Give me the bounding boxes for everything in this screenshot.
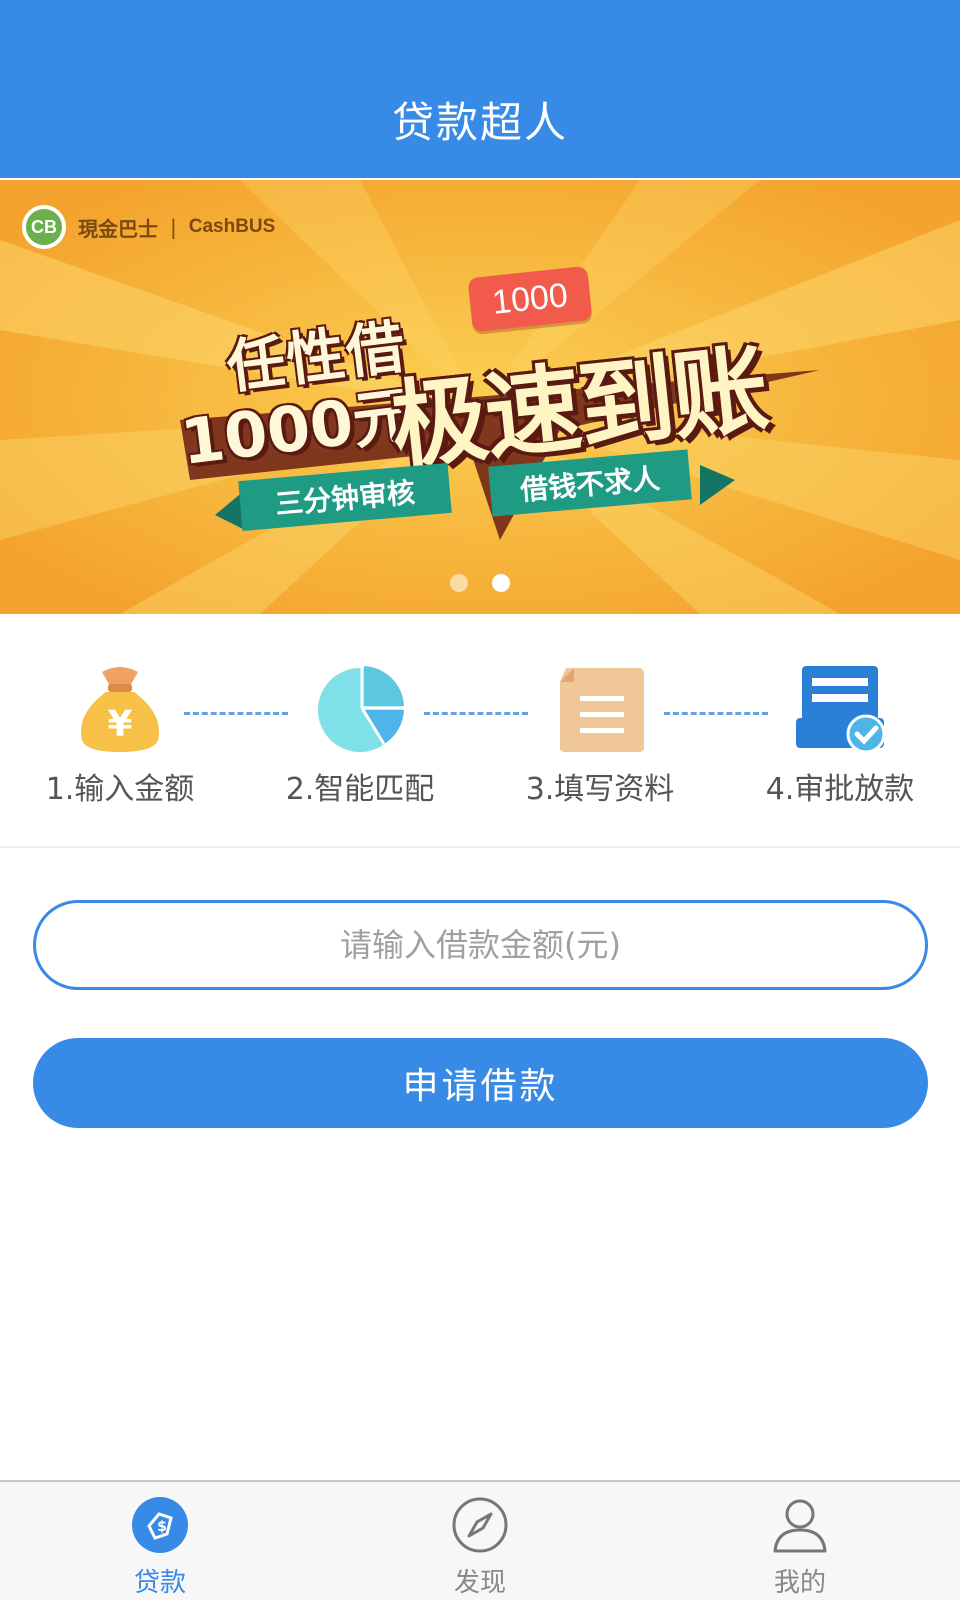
logo-en-text: CashBUS [188, 216, 276, 237]
loan-icon: $ [129, 1494, 191, 1556]
cashbus-logo: CB 現金巴士 | CashBUS [22, 202, 275, 252]
step-enter-amount: ¥ 1.输入金额 [10, 664, 230, 808]
approval-icon [792, 664, 888, 754]
step-label: 1.输入金额 [45, 772, 195, 807]
nav-header: 贷款超人 [0, 0, 960, 178]
tab-loan[interactable]: $ 贷款 [0, 1482, 320, 1600]
document-icon [552, 664, 648, 754]
step-label: 3.填写资料 [525, 772, 675, 807]
process-steps: ¥ 1.输入金额 2.智能匹配 3.填写资料 4.审批放款 [0, 634, 960, 848]
apply-loan-button[interactable]: 申请借款 [33, 1038, 928, 1128]
tab-mine[interactable]: 我的 [640, 1482, 960, 1600]
carousel-dot-active[interactable] [492, 574, 510, 592]
step-smart-match: 2.智能匹配 [250, 664, 470, 808]
step-label: 4.审批放款 [765, 772, 915, 807]
step-fill-info: 3.填写资料 [490, 664, 710, 808]
loan-amount-input[interactable] [33, 900, 928, 990]
bottom-tab-bar: $ 贷款 发现 我的 [0, 1480, 960, 1600]
tab-label: 我的 [773, 1568, 826, 1598]
svg-text:$: $ [157, 1519, 167, 1535]
tab-discover[interactable]: 发现 [320, 1482, 640, 1600]
page-title: 贷款超人 [391, 97, 568, 147]
pie-chart-icon [312, 664, 408, 754]
app-screen: 贷款超人 CB 現金巴士 | CashBUS 1000 任性借 1000元 极速… [0, 0, 960, 1600]
logo-cn-text: 現金巴士 [78, 216, 158, 241]
tab-label: 贷款 [133, 1568, 186, 1598]
svg-text:¥: ¥ [107, 704, 132, 745]
promo-banner[interactable]: CB 現金巴士 | CashBUS 1000 任性借 1000元 极速到账 三分… [0, 180, 960, 614]
logo-separator: | [170, 215, 177, 239]
user-icon [769, 1494, 831, 1556]
compass-icon [449, 1494, 511, 1556]
step-label: 2.智能匹配 [285, 772, 435, 807]
cashbus-logo-mark-icon: CB [22, 205, 66, 249]
money-bag-icon: ¥ [72, 664, 168, 754]
tab-label: 发现 [453, 1568, 506, 1598]
carousel-dot[interactable] [450, 574, 468, 592]
carousel-dots [0, 574, 960, 594]
step-approval: 4.审批放款 [730, 664, 950, 808]
